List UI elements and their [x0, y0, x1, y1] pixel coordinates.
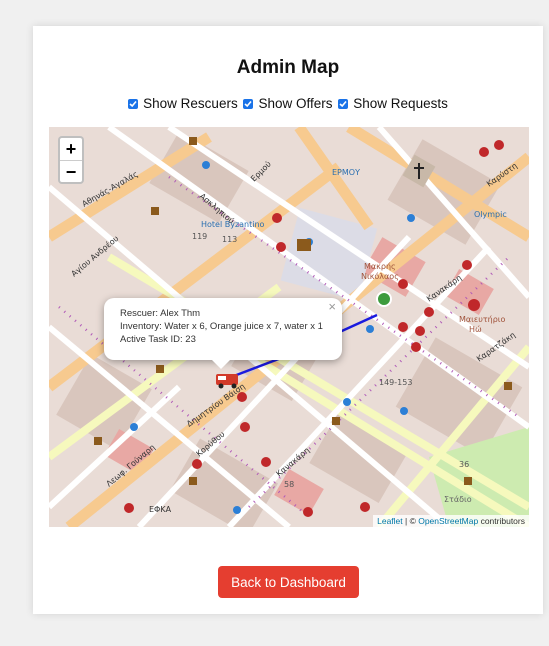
svg-text:Ηώ: Ηώ — [469, 324, 482, 334]
admin-map-card: Admin Map Show Rescuers Show Offers Show… — [33, 26, 543, 614]
svg-text:Μαιευτήριο: Μαιευτήριο — [459, 315, 506, 324]
svg-text:149-153: 149-153 — [379, 378, 412, 387]
svg-text:Στάδιο: Στάδιο — [444, 495, 472, 504]
layer-filters: Show Rescuers Show Offers Show Requests — [33, 95, 543, 111]
filter-requests[interactable]: Show Requests — [338, 96, 448, 111]
map-attribution: Leaflet | © OpenStreetMap contributors — [373, 515, 529, 527]
svg-text:ΕΡΜΟΥ: ΕΡΜΟΥ — [332, 168, 360, 177]
zoom-control: + − — [58, 136, 84, 184]
svg-text:Hotel Byzantino: Hotel Byzantino — [201, 220, 265, 229]
zoom-in-button[interactable]: + — [60, 138, 82, 161]
filter-offers-label: Show Offers — [258, 95, 333, 111]
checkbox-icon[interactable] — [128, 99, 139, 109]
checkbox-icon[interactable] — [338, 99, 349, 109]
popup-rescuer: Rescuer: Alex Thm — [120, 308, 201, 319]
leaflet-link[interactable]: Leaflet — [377, 516, 403, 526]
attribution-suffix: contributors — [478, 516, 525, 526]
popup-task: Active Task ID: 23 — [120, 334, 196, 345]
filter-requests-label: Show Requests — [353, 95, 448, 111]
svg-text:113: 113 — [222, 235, 237, 244]
svg-text:Olympic: Olympic — [474, 210, 507, 219]
zoom-out-button[interactable]: − — [60, 161, 82, 183]
svg-text:119: 119 — [192, 232, 207, 241]
back-to-dashboard-button[interactable]: Back to Dashboard — [218, 566, 359, 598]
popup-tip — [212, 360, 230, 369]
page-title: Admin Map — [236, 57, 340, 78]
filter-rescuers[interactable]: Show Rescuers — [128, 96, 238, 111]
checkbox-icon[interactable] — [243, 99, 254, 109]
svg-text:Μακρής: Μακρής — [364, 262, 396, 271]
popup-close-button[interactable]: × — [328, 300, 336, 313]
osm-link[interactable]: OpenStreetMap — [418, 516, 478, 526]
rescuer-popup: Rescuer: Alex Thm Inventory: Water x 6, … — [104, 298, 342, 369]
attribution-separator: | © — [402, 516, 419, 526]
svg-text:36: 36 — [459, 460, 469, 469]
filter-offers[interactable]: Show Offers — [243, 95, 333, 111]
svg-text:ΕΦΚΑ: ΕΦΚΑ — [149, 505, 172, 514]
svg-text:58: 58 — [284, 480, 294, 489]
filter-rescuers-label: Show Rescuers — [143, 95, 238, 111]
map-view[interactable]: Ερμού ΕΡΜΟΥ Καρύστη Ασκληπιού Hotel Byza… — [49, 127, 529, 527]
svg-text:Νικόλαος: Νικόλαος — [361, 271, 399, 281]
popup-inventory: Inventory: Water x 6, Orange juice x 7, … — [120, 321, 323, 332]
